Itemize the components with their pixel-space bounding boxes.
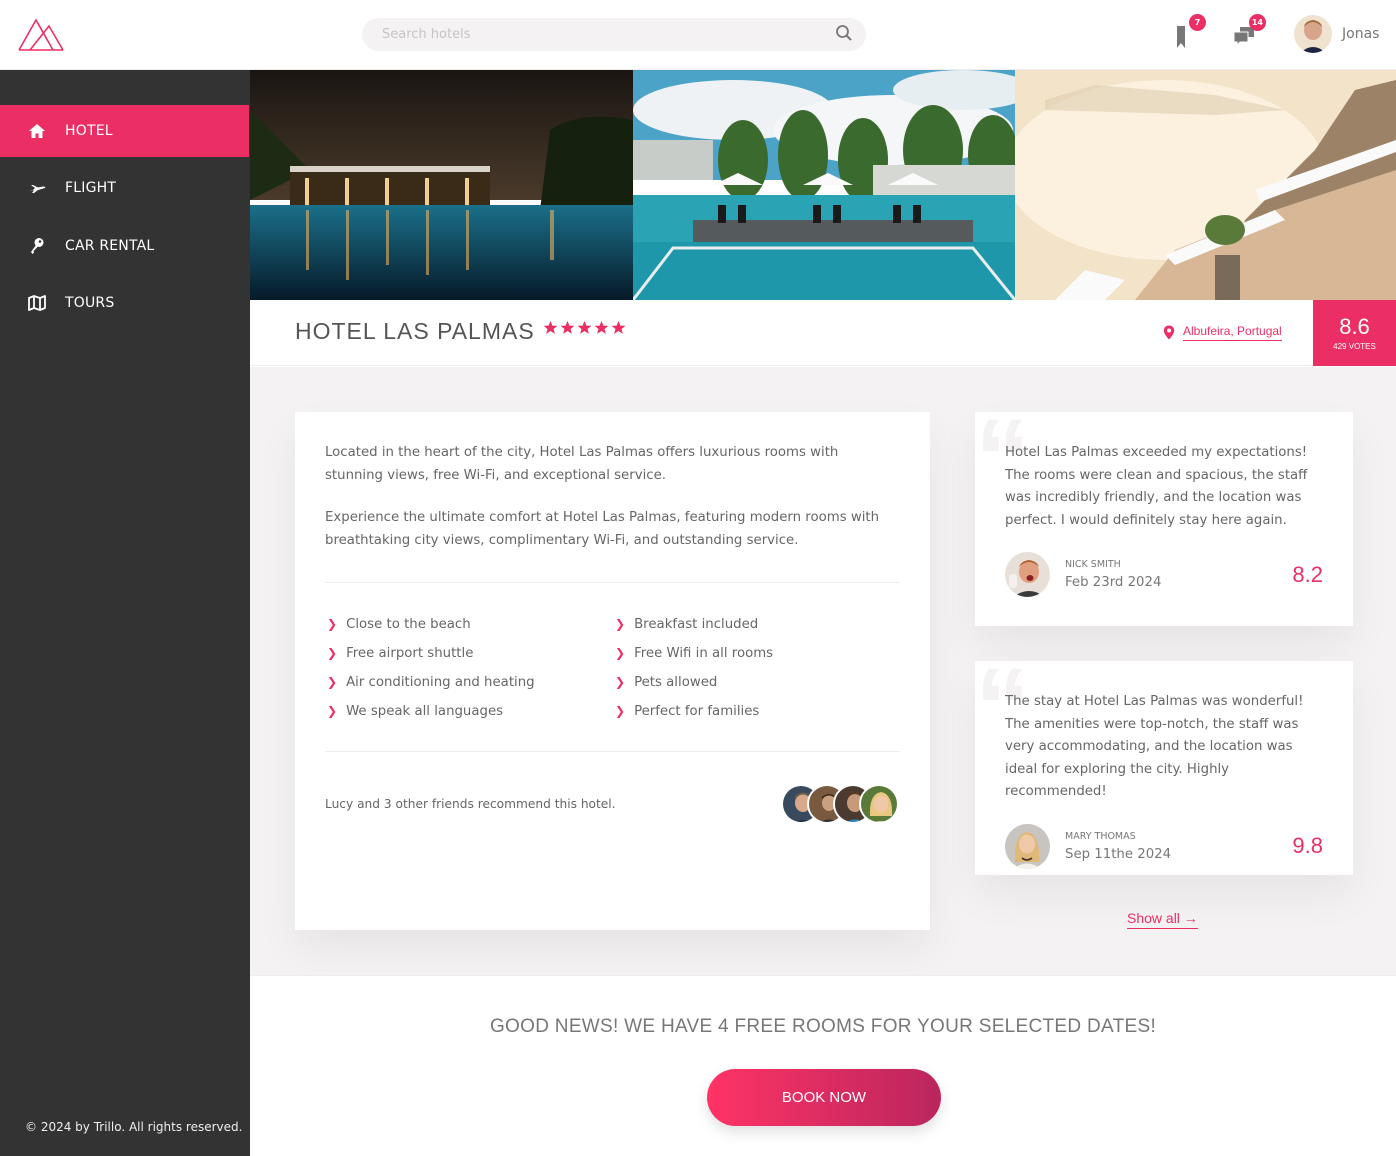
rating-count: 429 VOTES — [1333, 342, 1376, 351]
star-icon — [594, 320, 609, 334]
search-icon — [836, 25, 852, 41]
sidebar-item-label: CAR RENTAL — [65, 238, 155, 254]
chevron-right-icon: ❯ — [327, 704, 338, 718]
divider — [325, 751, 900, 752]
sidebar-item-label: FLIGHT — [65, 180, 117, 196]
star-icon — [560, 320, 575, 334]
reviewer-name: NICK SMITH — [1065, 559, 1121, 570]
chevron-right-icon: ❯ — [615, 617, 626, 631]
review-text: Hotel Las Palmas exceeded my expectation… — [1005, 445, 1308, 528]
home-icon — [27, 121, 47, 141]
review-card: “ Hotel Las Palmas exceeded my expectati… — [975, 404, 1353, 626]
sidebar-item-car-rental[interactable]: CAR RENTAL — [0, 220, 249, 272]
review-rating: 9.8 — [1292, 833, 1323, 858]
chevron-right-icon: ❯ — [327, 675, 338, 689]
hotel-gallery — [250, 70, 1396, 300]
rating-average: 8.6 — [1339, 314, 1370, 339]
user-avatar — [1294, 15, 1332, 53]
search-form — [362, 18, 866, 51]
feature-item: ❯ Perfect for families — [615, 703, 760, 719]
show-all-link[interactable]: Show all → — [1127, 910, 1198, 929]
recommend-section: Lucy and 3 other friends recommend this … — [325, 784, 900, 824]
location-pin-icon — [1163, 325, 1175, 340]
user-name: Jonas — [1342, 26, 1380, 42]
chevron-right-icon: ❯ — [615, 646, 626, 660]
review-rating: 8.2 — [1292, 561, 1323, 587]
search-input[interactable] — [362, 18, 866, 51]
feature-item: ❯ Pets allowed — [615, 674, 718, 690]
messages-button[interactable]: 14 — [1232, 14, 1266, 50]
review-text: The stay at Hotel Las Palmas was wonderf… — [1005, 694, 1304, 799]
divider — [325, 582, 900, 583]
reviewer-name: MARY THOMAS — [1065, 830, 1136, 842]
trillo-logo-icon[interactable] — [18, 18, 64, 52]
friend-avatar[interactable] — [859, 784, 899, 824]
sidebar-item-tours[interactable]: TOURS — [0, 277, 249, 329]
reviewer-avatar — [1005, 823, 1050, 869]
messages-badge: 14 — [1248, 14, 1266, 31]
star-icon — [543, 320, 558, 334]
feature-item: ❯ Close to the beach — [327, 616, 471, 632]
top-header: 7 14 Jonas — [0, 0, 1396, 70]
review-date: Sep 11the 2024 — [1065, 846, 1172, 862]
reviewer: MARY THOMAS Sep 11the 2024 9.8 — [1005, 823, 1323, 869]
feature-item: ❯ Free airport shuttle — [327, 645, 474, 661]
bookmarks-badge: 7 — [1189, 14, 1206, 31]
gallery-photo-1[interactable] — [250, 70, 633, 300]
gallery-photo-3[interactable] — [1015, 70, 1396, 300]
sidebar-item-hotel[interactable]: HOTEL — [0, 105, 249, 157]
sidebar-item-label: TOURS — [65, 295, 115, 311]
review-card: “ The stay at Hotel Las Palmas was wonde… — [975, 653, 1353, 875]
cta-text: GOOD NEWS! WE HAVE 4 FREE ROOMS FOR YOUR… — [489, 1016, 1157, 1037]
copyright: © 2024 by Trillo. All rights reserved. — [25, 1120, 243, 1134]
recommend-text: Lucy and 3 other friends recommend this … — [325, 797, 616, 811]
friends-avatars — [781, 784, 899, 824]
sidebar: HOTEL FLIGHT CAR RENTAL TOURS © 2024 by … — [0, 70, 250, 1156]
star-icon — [577, 320, 592, 334]
location-text: Albufeira, Portugal — [1183, 324, 1282, 341]
feature-item: ❯ Air conditioning and heating — [327, 674, 535, 690]
description-paragraph: Located in the heart of the city, Hotel … — [325, 445, 839, 483]
user-menu[interactable]: Jonas — [1294, 15, 1379, 53]
feature-item: ❯ We speak all languages — [327, 703, 504, 719]
review-date: Feb 23rd 2024 — [1065, 575, 1162, 590]
search-button[interactable] — [834, 24, 854, 44]
book-now-button[interactable]: BOOK NOW — [707, 1069, 941, 1126]
chevron-right-icon: ❯ — [615, 704, 626, 718]
gallery-photo-2[interactable] — [633, 70, 1015, 300]
description-card: Located in the heart of the city, Hotel … — [295, 412, 930, 930]
chevron-right-icon: ❯ — [327, 646, 338, 660]
rating-box: 8.6 429 VOTES — [1313, 300, 1396, 366]
features-list: ❯ Close to the beach ❯ Breakfast included … — [325, 613, 900, 722]
cta-section: GOOD NEWS! WE HAVE 4 FREE ROOMS FOR YOUR… — [250, 975, 1396, 1156]
feature-item: ❯ Free Wifi in all rooms — [615, 645, 774, 661]
feature-item: ❯ Breakfast included — [615, 616, 759, 632]
description-paragraph: Experience the ultimate comfort at Hotel… — [325, 510, 880, 548]
sidebar-item-label: HOTEL — [65, 123, 113, 139]
chevron-right-icon: ❯ — [615, 675, 626, 689]
key-icon — [27, 236, 47, 256]
airplane-icon — [27, 178, 47, 198]
reviewer: NICK SMITH Feb 23rd 2024 8.2 — [1005, 552, 1323, 597]
location-link[interactable]: Albufeira, Portugal — [1163, 324, 1282, 341]
star-icon — [611, 320, 626, 334]
hotel-title: HOTEL LAS PALMAS — [295, 318, 535, 344]
chevron-right-icon: ❯ — [327, 617, 338, 631]
star-rating — [543, 320, 626, 335]
reviewer-avatar — [1005, 552, 1050, 597]
bookmarks-button[interactable]: 7 — [1172, 14, 1206, 50]
map-icon — [27, 293, 47, 313]
sidebar-item-flight[interactable]: FLIGHT — [0, 162, 249, 214]
hotel-overview: HOTEL LAS PALMAS Albufeira, Portugal 8.6… — [250, 300, 1396, 366]
